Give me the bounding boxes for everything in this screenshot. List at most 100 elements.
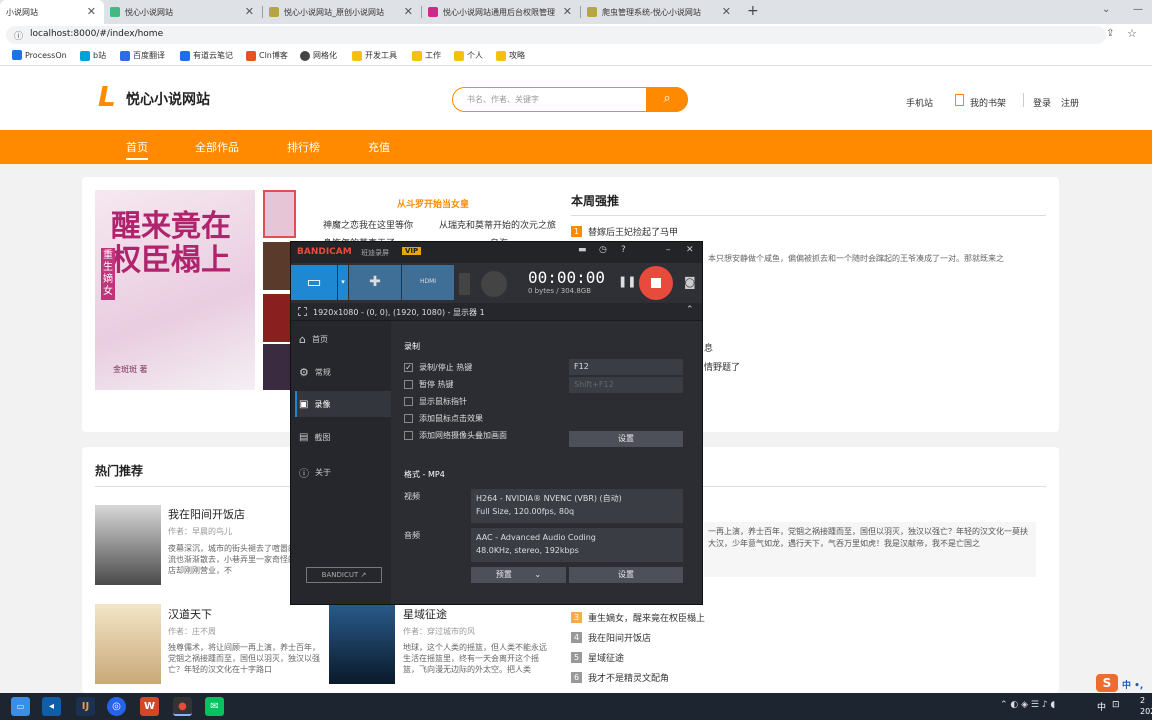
close-icon[interactable]: ✕ [404,5,413,18]
register-link[interactable]: 注册 [1061,96,1079,109]
logo-text[interactable]: 悦心小说网站 [126,89,210,109]
chrome-icon[interactable]: ◎ [107,697,126,716]
book-cover[interactable] [329,604,395,684]
clock-icon[interactable]: ◷ [599,245,607,255]
rank-item[interactable]: 5 星域征途 [571,651,624,664]
bookmark-guide[interactable]: 攻略 [496,50,525,61]
bookmark-cln[interactable]: Cln博客 [246,50,288,61]
close-icon[interactable]: ✕ [686,245,694,255]
minimize-icon[interactable]: – [666,245,671,255]
book-title[interactable]: 我在阳间开饭店 [168,506,245,522]
folder-icon[interactable]: ▬ [578,245,587,255]
notification-icon[interactable]: ⊡ [1112,700,1120,710]
address-bar[interactable]: ⓘ localhost:8000/#/index/home [6,26,1106,44]
format-settings-button[interactable]: 设置 [569,567,683,583]
share-icon[interactable]: ⇪ [1106,28,1114,39]
sidebar-item-home[interactable]: ⌂ 首页 [299,333,328,346]
tab-2[interactable]: 悦心小说网站 ✕ [104,0,262,24]
close-icon[interactable]: ✕ [87,5,96,18]
tray-icons[interactable]: ⌃ ◐ ◈ ☰ ♪ ◖ [1000,700,1055,710]
vscode-icon[interactable]: ◂ [42,697,61,716]
camera-icon[interactable]: ◙ [684,275,696,289]
chevron-up-icon[interactable]: ⌃ [686,305,694,315]
book-cover[interactable] [95,505,161,585]
book-title[interactable]: 星域征途 [403,606,447,622]
rank-item[interactable]: 6 我才不是精灵文配角 [571,671,669,684]
record-button[interactable] [639,266,673,300]
bandicam-taskbar-icon[interactable]: ● [173,697,192,716]
checkbox[interactable] [404,397,413,406]
close-icon[interactable]: ✕ [563,5,572,18]
close-icon[interactable]: ✕ [722,5,731,18]
featured-title[interactable]: 从斗罗开始当女皇 [397,197,469,210]
bookshelf-link[interactable]: 我的书架 [970,96,1006,109]
nav-rankings[interactable]: 排行榜 [287,139,320,155]
pause-hotkey-field[interactable]: Shift+F12 [569,377,683,393]
clock[interactable]: 2202 [1140,695,1152,717]
nav-home[interactable]: 首页 [126,139,148,160]
webcam-icon[interactable] [481,271,507,297]
sidebar-item-about[interactable]: ⓘ 关于 [299,465,331,480]
help-icon[interactable]: ? [621,245,626,255]
sidebar-item-video[interactable]: ▣ 录像 [299,399,330,410]
file-explorer-icon[interactable]: ▭ [11,697,30,716]
checkbox[interactable] [404,431,413,440]
pause-icon[interactable]: ❚❚ [618,275,636,288]
book-title[interactable]: 汉道天下 [168,606,212,622]
wechat-icon[interactable]: ✉ [205,697,224,716]
featured-link[interactable]: 神魔之恋我在这里等你 [323,218,413,231]
search-input[interactable]: 书名、作者、关键字 [467,94,539,105]
tab-active[interactable]: 小说网站 ✕ [0,0,104,24]
sidebar-item-general[interactable]: ⚙ 常规 [299,366,331,379]
device-mode-button[interactable]: HDMI [402,265,454,300]
record-hotkey-field[interactable]: F12 [569,359,683,375]
bandicut-button[interactable]: BANDICUT ↗ [306,567,382,583]
mobile-link[interactable]: 手机站 [906,96,933,109]
idea-icon[interactable]: IJ [76,697,95,716]
option-pause-hotkey[interactable]: 暂停 热键 [404,379,454,390]
bookmark-personal[interactable]: 个人 [454,50,483,61]
bookmark-grid[interactable]: 网格化 [300,50,337,61]
tab-5[interactable]: 爬虫管理系统-悦心小说网站 ✕ [581,0,739,24]
audio-format-box[interactable]: AAC - Advanced Audio Coding 48.0KHz, ste… [471,528,683,562]
banner-cover[interactable]: 醒来竟在权臣榻上 重生嫡女 金斑斑 著 [95,190,255,390]
vip-badge[interactable]: VIP [402,247,422,255]
sogou-icon[interactable]: S [1096,674,1118,692]
rank-item[interactable]: 4 我在阳间开饭店 [571,631,651,644]
bookmark-youdao[interactable]: 有道云笔记 [180,50,233,61]
tab-3[interactable]: 悦心小说网站_原创小说网站 ✕ [263,0,421,24]
option-record-hotkey[interactable]: ✓ 录制/停止 热键 [404,362,472,373]
preset-button[interactable]: 预置 ⌄ [471,567,566,583]
close-icon[interactable]: ✕ [245,5,254,18]
checkbox-checked[interactable]: ✓ [404,363,413,372]
bookmark-processon[interactable]: ProcessOn [12,50,67,60]
screen-mode-button[interactable]: ▭ [291,265,337,300]
ime-mode-indicator[interactable]: 中 •, [1122,678,1143,691]
mic-icon[interactable] [459,273,470,295]
search-button[interactable]: ⌕ [646,87,688,112]
book-cover[interactable] [95,604,161,684]
wps-icon[interactable]: W [140,697,159,716]
featured-link[interactable]: 从瑞克和莫蒂开始的次元之旅 [439,218,556,231]
info-icon[interactable]: ⓘ [14,29,23,42]
checkbox[interactable] [404,380,413,389]
bookmark-bilibili[interactable]: b站 [80,50,106,61]
video-format-box[interactable]: H264 - NVIDIA® NVENC (VBR) (自动) Full Siz… [471,489,683,523]
weekly-item[interactable]: 1 替嫁后王妃捡起了马甲 [571,225,678,238]
bookmark-work[interactable]: 工作 [412,50,441,61]
webcam-settings-button[interactable]: 设置 [569,431,683,447]
login-link[interactable]: 登录 [1033,96,1051,109]
tab-4[interactable]: 悦心小说网站通用后台权限管理 ✕ [422,0,580,24]
rank-item[interactable]: 3 重生嫡女，醒来竟在权臣榻上 [571,611,705,624]
nav-recharge[interactable]: 充值 [368,139,390,155]
logo-mark[interactable]: L [98,80,116,113]
checkbox[interactable] [404,414,413,423]
minimize-icon[interactable]: — [1133,4,1143,15]
ime-tray[interactable]: 中 [1097,700,1106,713]
thumbnail-1[interactable] [263,190,296,238]
option-show-cursor[interactable]: 显示鼠标指针 [404,396,467,407]
star-icon[interactable]: ☆ [1127,27,1137,40]
game-mode-button[interactable]: ✚ [349,265,401,300]
option-click-effect[interactable]: 添加鼠标点击效果 [404,413,483,424]
nav-all-works[interactable]: 全部作品 [195,139,239,155]
